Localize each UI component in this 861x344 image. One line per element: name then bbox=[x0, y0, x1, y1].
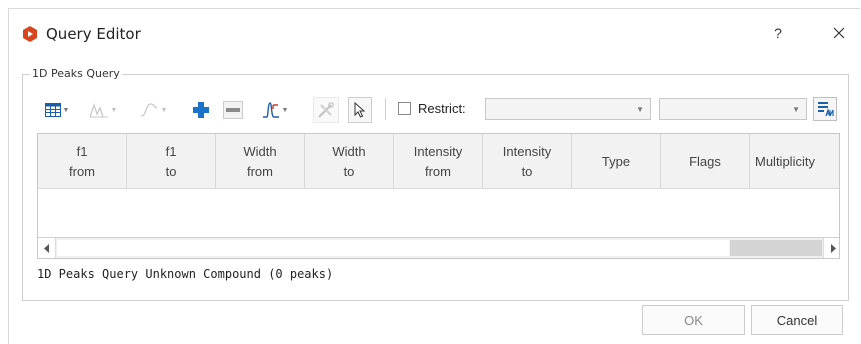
restrict-label: Restrict: bbox=[418, 101, 466, 116]
app-logo-icon bbox=[23, 26, 37, 42]
toolbar-separator bbox=[385, 98, 386, 120]
cursor-arrow-icon bbox=[354, 102, 366, 118]
arrow-right-icon bbox=[830, 243, 836, 253]
help-button[interactable]: ? bbox=[765, 21, 791, 45]
chevron-down-icon: ▼ bbox=[160, 106, 168, 114]
column-header-line1: Type bbox=[601, 153, 631, 169]
status-text: 1D Peaks Query Unknown Compound (0 peaks… bbox=[37, 267, 334, 281]
column-header-line2: to bbox=[521, 163, 533, 179]
title-bar: Query Editor ? bbox=[9, 9, 861, 55]
column-header-intensity-from[interactable]: Intensity from bbox=[394, 134, 483, 189]
column-header-line2: to bbox=[343, 163, 355, 179]
chevron-down-icon: ▼ bbox=[792, 105, 800, 114]
restrict-checkbox[interactable] bbox=[398, 102, 411, 115]
minus-icon bbox=[223, 101, 243, 119]
chevron-down-icon: ▼ bbox=[110, 106, 118, 114]
column-header-line1: Width bbox=[332, 143, 366, 159]
close-icon bbox=[833, 27, 845, 39]
remove-row-button[interactable] bbox=[220, 97, 246, 123]
column-header-line1: Intensity bbox=[413, 143, 463, 159]
curve-icon bbox=[140, 103, 157, 117]
column-header-intensity-to[interactable]: Intensity to bbox=[483, 134, 572, 189]
column-header-line2: from bbox=[424, 163, 451, 179]
table-grid-icon bbox=[44, 103, 61, 117]
peak-type-button[interactable]: ▼ bbox=[257, 97, 293, 123]
tools-icon bbox=[318, 102, 334, 118]
column-header-flags[interactable]: Flags bbox=[661, 134, 750, 189]
table-view-button[interactable]: ▼ bbox=[39, 97, 75, 123]
column-header-line2: from bbox=[69, 163, 95, 179]
chevron-down-icon: ▼ bbox=[636, 105, 644, 114]
scrollbar-thumb[interactable] bbox=[57, 240, 729, 256]
column-header-line1: Width bbox=[243, 143, 277, 159]
column-header-width-to[interactable]: Width to bbox=[305, 134, 394, 189]
restrict-value-combo[interactable]: ▼ bbox=[659, 98, 807, 120]
tools-button[interactable] bbox=[313, 97, 339, 123]
filter-options-button[interactable] bbox=[813, 97, 837, 121]
peaks-table: f1 from f1 to Width from Width to Intensity f… bbox=[37, 133, 840, 259]
filter-columns-icon bbox=[818, 102, 834, 117]
column-header-line2: to bbox=[165, 163, 177, 179]
spectrum-peaks-icon bbox=[88, 102, 108, 118]
window-title: Query Editor bbox=[46, 25, 141, 43]
column-header-line1: Multiplicity bbox=[755, 153, 815, 169]
add-row-button[interactable] bbox=[188, 97, 214, 123]
cancel-button[interactable]: Cancel bbox=[751, 305, 843, 335]
column-header-line2: from bbox=[246, 163, 273, 179]
peak-shape-icon bbox=[262, 102, 279, 118]
scrollbar-track[interactable] bbox=[730, 240, 822, 256]
column-header-type[interactable]: Type bbox=[572, 134, 661, 189]
column-header-f1-to[interactable]: f1 to bbox=[127, 134, 216, 189]
ok-button[interactable]: OK bbox=[642, 305, 745, 335]
plus-icon bbox=[193, 102, 209, 118]
column-header-line1: f1 bbox=[165, 143, 177, 159]
chevron-down-icon: ▼ bbox=[281, 106, 289, 114]
table-header: f1 from f1 to Width from Width to Intensity f… bbox=[38, 134, 839, 189]
column-header-multiplicity[interactable]: Multiplicity bbox=[750, 134, 839, 189]
column-header-f1-from[interactable]: f1 from bbox=[38, 134, 127, 189]
column-header-line1: Flags bbox=[689, 153, 721, 169]
close-button[interactable] bbox=[826, 21, 852, 45]
group-legend: 1D Peaks Query bbox=[30, 67, 122, 80]
scroll-left-button[interactable] bbox=[38, 238, 56, 258]
chevron-down-icon: ▼ bbox=[62, 106, 70, 114]
arrow-left-icon bbox=[43, 243, 49, 253]
column-header-line1: Intensity bbox=[502, 143, 552, 159]
restrict-field-combo[interactable]: ▼ bbox=[485, 98, 651, 120]
column-header-line1: f1 bbox=[76, 143, 88, 159]
spectrum-button[interactable]: ▼ bbox=[83, 97, 123, 123]
column-header-width-from[interactable]: Width from bbox=[216, 134, 305, 189]
scroll-right-button[interactable] bbox=[823, 238, 839, 258]
horizontal-scrollbar[interactable] bbox=[38, 237, 839, 258]
pointer-select-button[interactable] bbox=[348, 97, 372, 123]
curve-fit-button[interactable]: ▼ bbox=[133, 97, 173, 123]
